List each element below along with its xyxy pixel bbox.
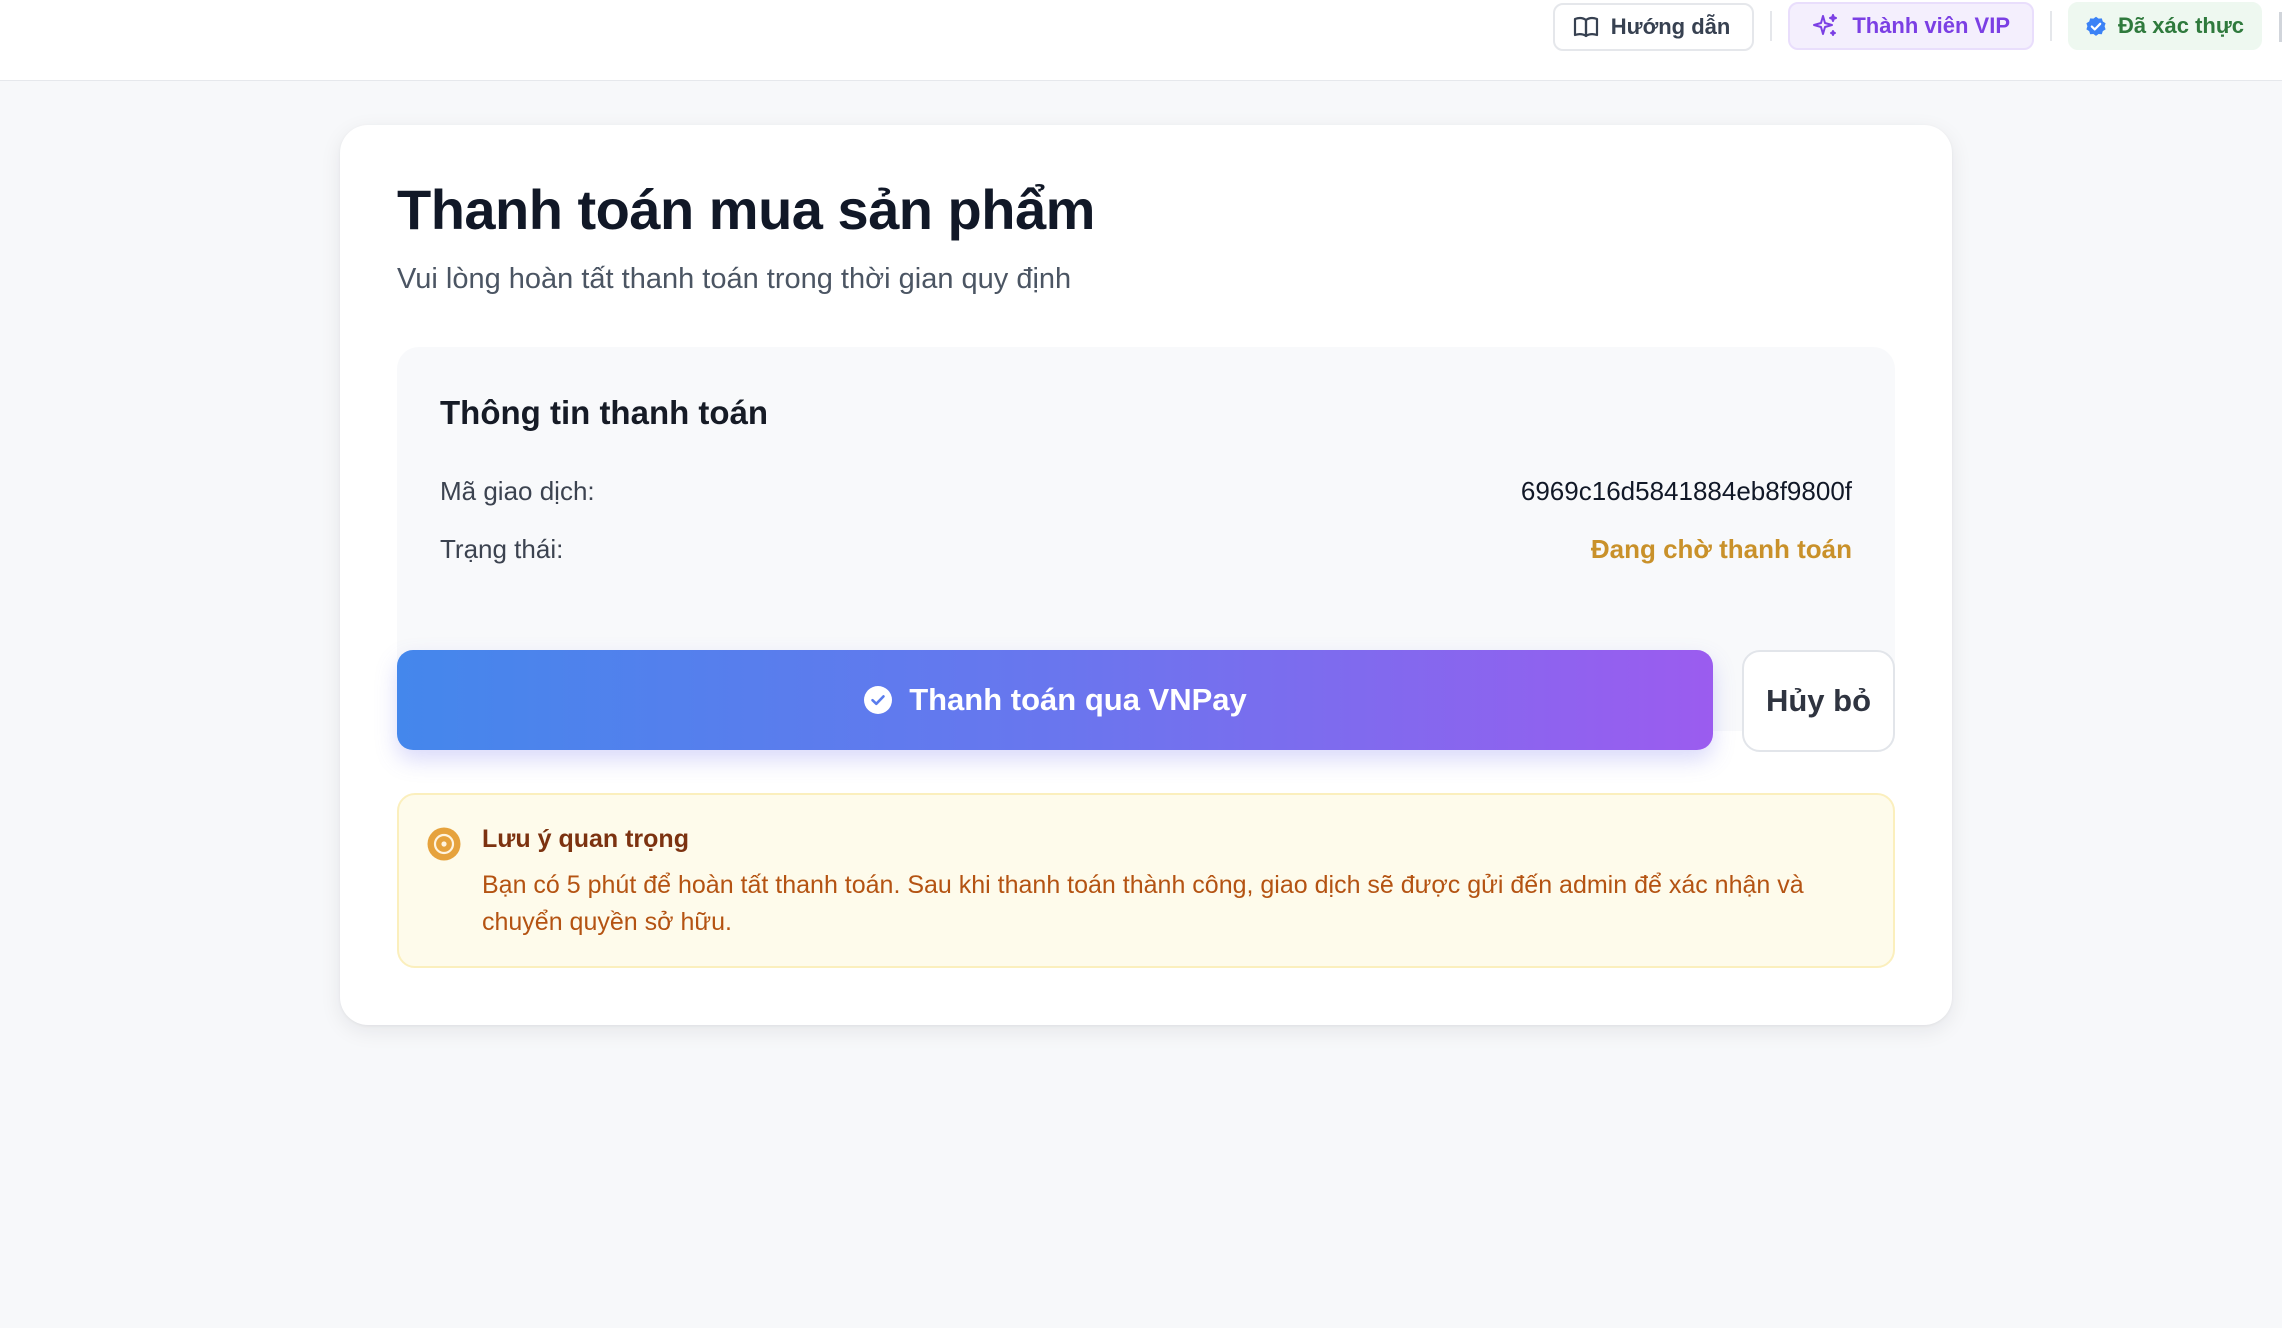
transaction-id-row: Mã giao dịch: 6969c16d5841884eb8f9800f [440,471,1852,511]
sparkles-icon [1813,14,1838,36]
top-bar-actions: Hướng dẫn Thành viên VIP Đã xác thực [1552,0,2282,52]
pay-vnpay-button[interactable]: Thanh toán qua VNPay [397,650,1713,750]
guide-label: Hướng dẫn [1610,13,1731,39]
guide-button[interactable]: Hướng dẫn [1552,2,1755,51]
top-bar: Hướng dẫn Thành viên VIP Đã xác thực [0,0,2282,81]
cancel-button[interactable]: Hủy bỏ [1742,650,1895,752]
status-row: Trạng thái: Đang chờ thanh toán [440,529,1852,569]
status-value: Đang chờ thanh toán [1590,533,1852,564]
notice-body: Bạn có 5 phút để hoàn tất thanh toán. Sa… [482,871,1804,936]
payment-info-title: Thông tin thanh toán [440,394,769,431]
notice-title: Lưu ý quan trọng [482,825,689,853]
status-label: Trạng thái: [440,533,564,564]
transaction-id-label: Mã giao dịch: [440,475,595,506]
page-subtitle: Vui lòng hoàn tất thanh toán trong thời … [397,263,1072,295]
badge-check-icon [2086,16,2106,36]
verified-badge: Đã xác thực [2068,2,2262,50]
book-open-icon [1573,16,1598,37]
clock-icon [427,827,461,861]
header-divider [2050,11,2053,41]
vip-member-button[interactable]: Thành viên VIP [1788,2,2035,50]
header-divider [1770,11,1773,41]
important-notice: Lưu ý quan trọng Bạn có 5 phút để hoàn t… [397,793,1895,968]
page-title: Thanh toán mua sản phẩm [397,178,1095,241]
checkout-card: Thanh toán mua sản phẩm Vui lòng hoàn tấ… [340,125,1952,1025]
pay-button-label: Thanh toán qua VNPay [909,682,1247,717]
transaction-id-value: 6969c16d5841884eb8f9800f [1520,475,1852,506]
verified-label: Đã xác thực [2118,13,2244,38]
check-circle-icon [864,686,893,714]
vip-label: Thành viên VIP [1852,13,2011,38]
